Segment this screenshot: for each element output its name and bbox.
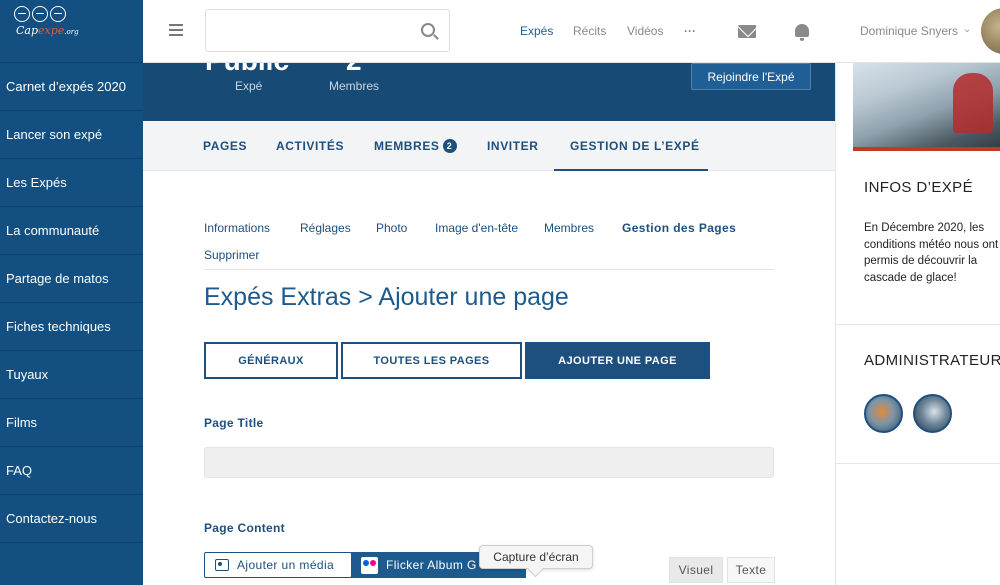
sidebar-item-fiches[interactable]: Fiches techniques: [0, 303, 143, 351]
page-title-field[interactable]: [204, 447, 774, 478]
generaux-button[interactable]: GÉNÉRAUX: [204, 342, 338, 379]
subnav-gestion-pages[interactable]: Gestion des Pages: [622, 221, 736, 235]
sidebar-item-lancer[interactable]: Lancer son expé: [0, 111, 143, 159]
sidebar-item-matos[interactable]: Partage de matos: [0, 255, 143, 303]
page-title: Expés Extras > Ajouter une page: [204, 283, 569, 311]
tab-membres[interactable]: MEMBRES 2: [374, 139, 457, 153]
tab-gestion[interactable]: GESTION DE L’EXPÉ: [570, 139, 700, 153]
count-badge: 2: [442, 139, 457, 153]
subnav-image-entete[interactable]: Image d'en-tête: [435, 221, 518, 235]
media-icon: [215, 559, 229, 571]
search-input[interactable]: [205, 9, 450, 52]
all-pages-button[interactable]: TOUTES LES PAGES: [341, 342, 522, 379]
add-page-button[interactable]: AJOUTER UNE PAGE: [525, 342, 710, 379]
sidebar-item-contact[interactable]: Contactez-nous: [0, 495, 143, 543]
subnav-supprimer[interactable]: Supprimer: [204, 248, 259, 262]
mail-icon[interactable]: [738, 25, 756, 38]
tab-text[interactable]: Texte: [727, 557, 775, 583]
chevron-down-icon[interactable]: ⌄: [963, 24, 971, 35]
members-label: Membres: [329, 79, 380, 93]
logo-globes-icon: [14, 6, 66, 22]
sidebar: Capexpe.org Carnet d’expés 2020 Lancer s…: [0, 0, 143, 585]
group-banner: Public Expé 2 Membres Rejoindre l'Expé: [143, 63, 850, 121]
bell-icon[interactable]: [795, 24, 809, 41]
top-link-expes[interactable]: Expés: [520, 24, 553, 38]
cover-image[interactable]: [853, 63, 1000, 151]
avatar[interactable]: [981, 8, 1000, 54]
join-button[interactable]: Rejoindre l'Expé: [691, 63, 811, 90]
subnav-photo[interactable]: Photo: [376, 221, 407, 235]
admin-avatar[interactable]: [864, 394, 903, 433]
top-link-recits[interactable]: Récits: [573, 24, 606, 38]
sidebar-item-films[interactable]: Films: [0, 399, 143, 447]
tab-membres-label: MEMBRES: [374, 139, 440, 153]
tab-visual[interactable]: Visuel: [669, 557, 723, 583]
menu-icon[interactable]: [169, 24, 183, 36]
admins-title: ADMINISTRATEURS: [864, 352, 1000, 369]
more-icon[interactable]: ···: [684, 24, 696, 38]
sidebar-item-carnet[interactable]: Carnet d’expés 2020: [0, 63, 143, 111]
tab-activites[interactable]: ACTIVITÉS: [276, 139, 344, 153]
subnav-membres[interactable]: Membres: [544, 221, 594, 235]
page-content-label: Page Content: [204, 521, 285, 535]
tab-bar: PAGES ACTIVITÉS MEMBRES 2 INVITER GESTION…: [143, 121, 835, 171]
active-tab-indicator: [554, 169, 708, 171]
sidebar-item-faq[interactable]: FAQ: [0, 447, 143, 495]
top-bar: Expés Récits Vidéos ··· Dominique Snyers…: [143, 0, 1000, 63]
tab-inviter[interactable]: INVITER: [487, 139, 539, 153]
flickr-album-label: Flicker Album G: [386, 558, 477, 572]
tooltip: Capture d’écran: [479, 545, 593, 569]
right-sidebar: INFOS D’EXPÉ En Décembre 2020, les condi…: [835, 63, 1000, 585]
status-value: Public: [205, 63, 289, 77]
logo-text: Capexpe.org: [16, 24, 79, 37]
members-count: 2: [346, 63, 362, 77]
divider: [836, 324, 1000, 325]
subnav-informations[interactable]: Informations: [204, 221, 270, 235]
divider: [204, 269, 774, 270]
sidebar-item-expes[interactable]: Les Expés: [0, 159, 143, 207]
subnav-reglages[interactable]: Réglages: [300, 221, 351, 235]
infos-title: INFOS D’EXPÉ: [864, 179, 973, 196]
divider: [836, 463, 1000, 464]
infos-text: En Décembre 2020, les conditions météo n…: [864, 222, 999, 284]
flickr-icon: [361, 556, 378, 574]
user-name[interactable]: Dominique Snyers: [860, 24, 958, 38]
status-label: Expé: [235, 79, 263, 93]
admin-avatar[interactable]: [913, 394, 952, 433]
add-media-button[interactable]: Ajouter un média: [204, 552, 352, 578]
top-link-videos[interactable]: Vidéos: [627, 24, 663, 38]
site-logo[interactable]: Capexpe.org: [0, 0, 143, 63]
add-media-label: Ajouter un média: [237, 558, 335, 572]
sidebar-item-communaute[interactable]: La communauté: [0, 207, 143, 255]
page-title-label: Page Title: [204, 416, 264, 430]
search-icon[interactable]: [421, 23, 435, 37]
tab-pages[interactable]: PAGES: [203, 139, 247, 153]
sidebar-item-tuyaux[interactable]: Tuyaux: [0, 351, 143, 399]
